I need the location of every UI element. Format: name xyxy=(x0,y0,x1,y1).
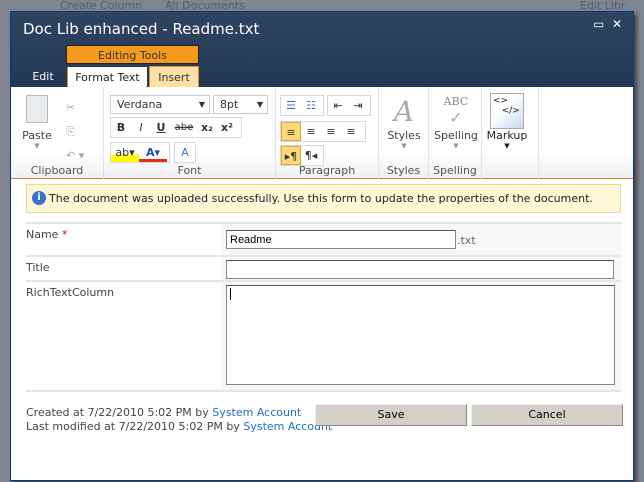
clear-format-button[interactable]: A xyxy=(174,142,196,163)
numbered-list-icon[interactable]: ☷ xyxy=(301,96,321,115)
color-buttons: ab▾ A▾ xyxy=(110,142,170,163)
font-format-buttons: B I U abe x₂ x² xyxy=(110,117,242,138)
superscript-button[interactable]: x² xyxy=(217,118,237,137)
save-button[interactable]: Save xyxy=(315,404,467,426)
decrease-indent-icon[interactable]: ⇤ xyxy=(328,96,348,115)
modified-text: Last modified at 7/22/2010 5:02 PM by xyxy=(26,420,240,433)
cut-icon[interactable]: ✂ xyxy=(66,101,75,114)
ltr-icon[interactable]: ▸¶ xyxy=(281,146,301,165)
title-label: Title xyxy=(26,261,50,274)
clipboard-group: Paste ▼ ✂ ⎘ ↶ ▾ Clipboard xyxy=(11,87,104,179)
paste-label: Paste xyxy=(22,129,52,142)
undo-icon[interactable]: ↶ ▾ xyxy=(66,149,84,162)
justify-icon[interactable]: ≡ xyxy=(341,122,361,141)
title-input[interactable] xyxy=(226,260,614,279)
styles-label: Styles xyxy=(386,164,421,177)
created-info: Created at 7/22/2010 5:02 PM by System A… xyxy=(26,406,301,419)
styles-button-label: Styles xyxy=(387,129,421,142)
spelling-label: Spelling xyxy=(433,164,477,177)
indent-buttons: ⇤ ⇥ xyxy=(327,95,371,116)
rtl-icon[interactable]: ¶◂ xyxy=(301,146,321,165)
paste-button[interactable]: Paste ▼ xyxy=(21,95,53,150)
markup-icon: <> </> xyxy=(490,93,524,129)
chevron-down-icon: ▼ xyxy=(198,100,205,109)
bullet-list-icon[interactable]: ☰ xyxy=(281,96,301,115)
extension-label: .txt xyxy=(457,234,476,247)
align-buttons: ≡ ≡ ≡ ≡ xyxy=(280,121,366,142)
markup-group: <> </> Markup ▼ xyxy=(482,87,539,179)
markup-button-label: Markup xyxy=(486,129,528,142)
list-buttons: ☰ ☷ xyxy=(280,95,324,116)
font-group: Verdana ▼ 8pt ▼ B I U abe x₂ x² ab▾ A▾ A F… xyxy=(104,87,276,179)
paragraph-group: ☰ ☷ ⇤ ⇥ ≡ ≡ ≡ ≡ ▸¶ ¶◂ Paragraph xyxy=(276,87,379,179)
bg-edit-library: Edit Libr xyxy=(580,0,626,12)
created-text: Created at 7/22/2010 5:02 PM by xyxy=(26,406,209,419)
editing-tools-group: Editing Tools xyxy=(66,45,199,64)
align-center-icon[interactable]: ≡ xyxy=(301,122,321,141)
clear-format-icon: A xyxy=(181,146,189,159)
modified-info: Last modified at 7/22/2010 5:02 PM by Sy… xyxy=(26,420,332,433)
paragraph-label: Paragraph xyxy=(298,164,356,177)
markup-button[interactable]: <> </> Markup ▼ xyxy=(484,93,530,150)
created-by-link[interactable]: System Account xyxy=(212,406,301,419)
spelling-icon: ABC ✓ xyxy=(443,95,469,127)
font-color-icon[interactable]: A▾ xyxy=(139,143,167,162)
required-marker: * xyxy=(61,228,68,241)
maximize-icon[interactable]: ▭ xyxy=(593,17,604,31)
name-input[interactable] xyxy=(226,230,456,249)
name-row: Name * .txt xyxy=(26,222,621,255)
strikethrough-button[interactable]: abe xyxy=(171,118,197,137)
rich-text-editor[interactable] xyxy=(226,285,615,385)
rich-text-label: RichTextColumn xyxy=(26,286,115,299)
status-message: i The document was uploaded successfully… xyxy=(26,184,621,213)
name-label: Name * xyxy=(26,228,67,241)
styles-icon: A xyxy=(393,95,415,128)
status-message-text: The document was uploaded successfully. … xyxy=(49,192,593,205)
align-left-icon[interactable]: ≡ xyxy=(281,122,301,141)
rich-text-row: RichTextColumn xyxy=(26,280,621,392)
subscript-button[interactable]: x₂ xyxy=(197,118,217,137)
italic-button[interactable]: I xyxy=(131,118,151,137)
spelling-group: ABC ✓ Spelling ▼ Spelling xyxy=(429,87,482,179)
increase-indent-icon[interactable]: ⇥ xyxy=(348,96,368,115)
bg-all-documents: All Documents xyxy=(165,0,245,12)
cancel-button[interactable]: Cancel xyxy=(471,404,623,426)
direction-buttons: ▸¶ ¶◂ xyxy=(280,145,324,166)
align-right-icon[interactable]: ≡ xyxy=(321,122,341,141)
tab-edit[interactable]: Edit xyxy=(25,66,61,87)
dialog: Doc Lib enhanced - Readme.txt ▭ ✕ Editin… xyxy=(10,11,634,481)
name-label-text: Name xyxy=(26,228,59,241)
copy-icon[interactable]: ⎘ xyxy=(66,125,75,139)
styles-group: A Styles ▼ Styles xyxy=(379,87,429,179)
bg-create-column: Create Column xyxy=(60,0,143,12)
close-icon[interactable]: ✕ xyxy=(612,17,622,31)
font-size-value: 8pt xyxy=(220,98,239,111)
font-name-select[interactable]: Verdana ▼ xyxy=(110,95,210,114)
dialog-title: Doc Lib enhanced - Readme.txt xyxy=(23,20,260,38)
bold-button[interactable]: B xyxy=(111,118,131,137)
tab-insert[interactable]: Insert xyxy=(149,66,199,87)
spelling-button-label: Spelling xyxy=(434,129,478,142)
font-label: Font xyxy=(177,164,202,177)
info-icon: i xyxy=(32,191,46,205)
font-size-select[interactable]: 8pt ▼ xyxy=(213,95,268,114)
ribbon: Paste ▼ ✂ ⎘ ↶ ▾ Clipboard Verdana ▼ 8pt ▼ … xyxy=(11,87,633,179)
font-name-value: Verdana xyxy=(117,98,163,111)
styles-button[interactable]: A Styles ▼ xyxy=(383,95,425,150)
chevron-down-icon: ▼ xyxy=(256,100,263,109)
tab-format-text[interactable]: Format Text xyxy=(67,67,147,88)
highlight-icon[interactable]: ab▾ xyxy=(111,143,139,162)
underline-button[interactable]: U xyxy=(151,118,171,137)
clipboard-label: Clipboard xyxy=(30,164,84,177)
spelling-button[interactable]: ABC ✓ Spelling ▼ xyxy=(431,95,481,150)
paste-icon xyxy=(26,95,48,123)
